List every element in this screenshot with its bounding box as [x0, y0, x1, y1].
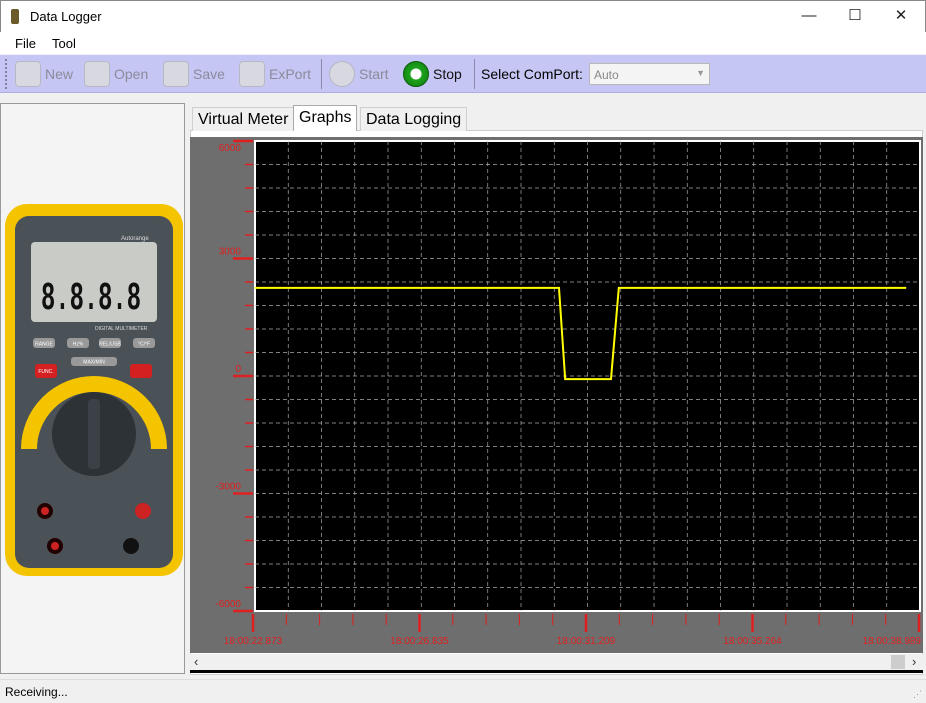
maximize-button[interactable]: ☐	[832, 1, 878, 32]
save-button[interactable]: Save	[163, 60, 225, 88]
y-tick-label: 6000	[219, 143, 242, 154]
meter-jack	[41, 507, 49, 515]
toolbar-separator	[321, 59, 322, 89]
data-point	[618, 287, 620, 289]
meter-panel: Autorange 8.8.8.8 DIGITAL MULTIMETER RAN…	[0, 103, 185, 674]
close-button[interactable]: ✕	[878, 1, 924, 32]
graph-chart: 6000 3000 0 -3000 -6000 18:00:22.873 18:00:26.…	[190, 137, 923, 653]
meter-model-text: DIGITAL MULTIMETER	[95, 326, 148, 332]
x-tick-label: 18:00:38.989	[863, 636, 922, 647]
data-point	[564, 378, 566, 380]
window-title: Data Logger	[30, 9, 102, 24]
comport-label: Select ComPort:	[481, 66, 583, 82]
meter-backlight-key	[130, 364, 152, 378]
divider	[190, 670, 923, 673]
app-icon	[11, 9, 19, 24]
chevron-down-icon: ▼	[696, 68, 705, 78]
resize-grip-icon[interactable]: ⋰	[913, 689, 922, 700]
meter-jack	[51, 542, 59, 550]
toolbar-grip[interactable]	[5, 59, 8, 89]
minimize-button[interactable]: —	[786, 1, 832, 32]
new-button[interactable]: New	[15, 60, 73, 88]
comport-value: Auto	[594, 68, 619, 82]
comport-select[interactable]: Auto ▼	[589, 63, 710, 85]
data-point	[558, 287, 560, 289]
title-bar: Data Logger — ☐ ✕	[0, 0, 926, 32]
xls-export-icon	[239, 61, 265, 87]
start-button[interactable]: Start	[329, 60, 389, 88]
tab-graphs[interactable]: Graphs	[293, 105, 358, 131]
meter-jack	[135, 503, 151, 519]
y-tick-label: 3000	[219, 247, 242, 258]
open-button[interactable]: Open	[84, 60, 148, 88]
menu-tool[interactable]: Tool	[52, 36, 76, 51]
multimeter-image: Autorange 8.8.8.8 DIGITAL MULTIMETER RAN…	[5, 204, 183, 576]
stop-label: Stop	[433, 66, 462, 82]
status-bar: Receiving... ⋰	[0, 679, 926, 703]
scroll-left-icon[interactable]: ‹	[194, 654, 198, 669]
export-label: ExPort	[269, 66, 312, 82]
menu-bar: File Tool	[0, 32, 926, 54]
meter-hz-label: Hz%	[73, 342, 84, 348]
meter-brand-text: Autorange	[121, 236, 149, 242]
x-tick-label: 18:00:31.209	[557, 636, 616, 647]
data-point	[610, 378, 612, 380]
scroll-thumb[interactable]	[891, 655, 905, 669]
stop-icon	[403, 61, 429, 87]
data-point	[254, 287, 256, 289]
data-point	[905, 287, 907, 289]
new-document-icon	[15, 61, 41, 87]
menu-file[interactable]: File	[15, 36, 36, 51]
toolbar: New Open Save ExPort Start Stop	[0, 55, 926, 93]
tab-data-logging[interactable]: Data Logging	[360, 107, 468, 131]
start-label: Start	[359, 66, 389, 82]
meter-jack	[123, 538, 139, 554]
export-button[interactable]: ExPort	[239, 60, 311, 88]
new-label: New	[45, 66, 74, 82]
horizontal-scrollbar[interactable]: ‹ ›	[190, 654, 923, 670]
x-tick-label: 18:00:35.264	[723, 636, 782, 647]
tab-virtual-meter[interactable]: Virtual Meter	[192, 107, 295, 131]
floppy-disk-icon	[163, 61, 189, 87]
meter-dial-knob	[88, 399, 100, 469]
stop-button[interactable]: Stop	[403, 60, 462, 88]
y-tick-label: -3000	[215, 482, 241, 493]
x-tick-label: 18:00:22.873	[224, 636, 283, 647]
save-label: Save	[193, 66, 225, 82]
meter-rel-label: REL/USB	[99, 342, 121, 348]
meter-range-label: RANGE	[35, 342, 53, 348]
open-label: Open	[114, 66, 149, 82]
status-text: Receiving...	[5, 685, 68, 699]
y-tick-label: -6000	[215, 599, 241, 610]
toolbar-separator	[474, 59, 475, 89]
play-icon	[329, 61, 355, 87]
meter-display: 8.8.8.8	[41, 277, 141, 322]
x-tick-label: 18:00:26.835	[390, 636, 449, 647]
meter-temp-label: °C/°F	[138, 342, 150, 348]
y-tick-label: 0	[235, 364, 241, 375]
meter-maxmin-label: MAX/MIN	[83, 360, 105, 366]
open-folder-icon	[84, 61, 110, 87]
meter-func-label: FUNC.	[38, 369, 53, 375]
scroll-right-icon[interactable]: ›	[912, 654, 916, 669]
